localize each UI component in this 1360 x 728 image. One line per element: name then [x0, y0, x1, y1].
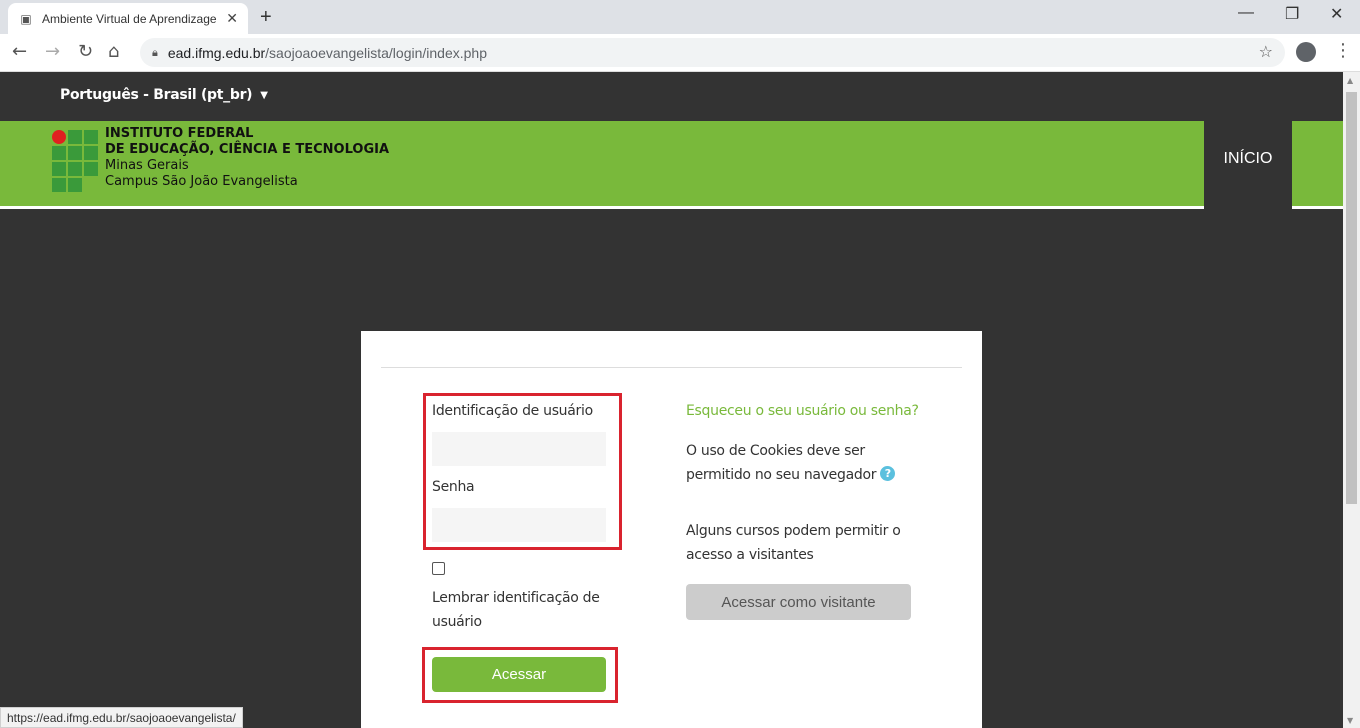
reload-icon[interactable]: ↻ — [78, 41, 93, 62]
login-button[interactable]: Acessar — [432, 657, 606, 692]
nav-home-link[interactable]: INÍCIO — [1204, 121, 1292, 212]
tab-title: Ambiente Virtual de Aprendizage — [42, 11, 217, 26]
back-arrow-icon[interactable]: ← — [12, 41, 27, 62]
scroll-down-icon[interactable]: ▼ — [1347, 716, 1353, 725]
username-input[interactable] — [432, 432, 606, 466]
lock-icon[interactable]: 🔒︎ — [152, 46, 158, 60]
browser-toolbar: ← → ↻ ⌂ 🔒︎ ead.ifmg.edu.br/saojoaoevange… — [0, 34, 1360, 72]
login-card: Identificação de usuário Senha Lembrar i… — [361, 331, 982, 728]
username-label: Identificação de usuário — [432, 403, 593, 419]
caret-down-icon: ▼ — [260, 89, 268, 101]
home-icon[interactable]: ⌂ — [108, 41, 119, 62]
minimize-icon[interactable]: — — [1238, 4, 1254, 22]
password-input[interactable] — [432, 508, 606, 542]
profile-avatar-icon[interactable] — [1296, 42, 1316, 62]
bookmark-star-icon[interactable]: ☆ — [1259, 42, 1273, 61]
password-label: Senha — [432, 479, 475, 495]
card-divider — [381, 367, 962, 368]
tab-close-icon[interactable]: ✕ — [226, 11, 238, 27]
cookies-notice: O uso de Cookies deve ser permitido no s… — [686, 439, 921, 487]
site-favicon-icon: ▣ — [20, 11, 32, 26]
address-bar[interactable]: 🔒︎ ead.ifmg.edu.br/saojoaoevangelista/lo… — [140, 38, 1285, 67]
guest-login-button[interactable]: Acessar como visitante — [686, 584, 911, 620]
guest-access-notice: Alguns cursos podem permitir o acesso a … — [686, 523, 901, 563]
browser-tab-strip: ▣ Ambiente Virtual de Aprendizage ✕ + — … — [0, 0, 1360, 34]
scrollbar-thumb[interactable] — [1346, 92, 1357, 504]
restore-icon[interactable]: ❐ — [1285, 4, 1299, 24]
browser-tab[interactable]: ▣ Ambiente Virtual de Aprendizage ✕ — [8, 3, 248, 34]
url-text: ead.ifmg.edu.br/saojoaoevangelista/login… — [167, 44, 487, 61]
new-tab-icon[interactable]: + — [260, 6, 272, 29]
browser-menu-icon[interactable]: ⋮ — [1334, 40, 1352, 61]
help-icon[interactable]: ? — [880, 466, 896, 481]
page-scrollbar[interactable]: ▲ ▼ — [1343, 72, 1360, 728]
institute-logo-icon — [52, 126, 98, 192]
institute-name[interactable]: INSTITUTO FEDERAL DE EDUCAÇÃO, CIÊNCIA E… — [105, 126, 389, 190]
window-close-icon[interactable]: ✕ — [1330, 4, 1343, 24]
remember-username-label: Lembrar identificação de usuário — [432, 590, 600, 630]
forgot-password-link[interactable]: Esqueceu o seu usuário ou senha? — [686, 403, 919, 419]
status-bar-url: https://ead.ifmg.edu.br/saojoaoevangelis… — [0, 707, 243, 728]
remember-username-checkbox[interactable] — [432, 562, 445, 575]
forward-arrow-icon[interactable]: → — [45, 41, 60, 62]
scroll-up-icon[interactable]: ▲ — [1347, 76, 1353, 85]
site-header: INSTITUTO FEDERAL DE EDUCAÇÃO, CIÊNCIA E… — [0, 121, 1343, 212]
language-selector[interactable]: Português - Brasil (pt_br) ▼ — [60, 87, 268, 103]
language-bar: Português - Brasil (pt_br) ▼ — [0, 72, 1343, 121]
